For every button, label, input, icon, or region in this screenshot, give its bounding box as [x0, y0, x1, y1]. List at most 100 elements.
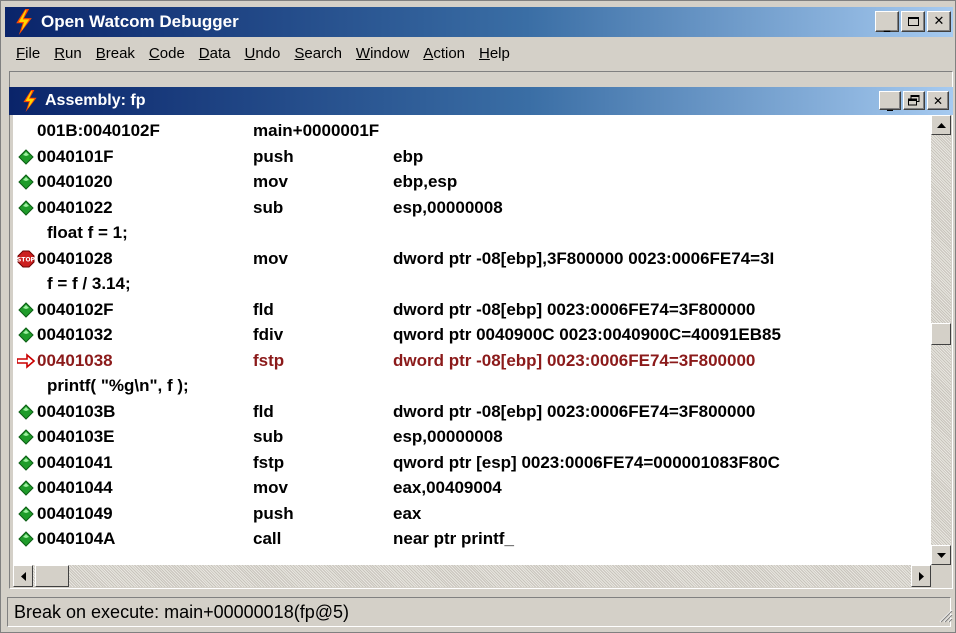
- assembly-line[interactable]: 00401049 push eax: [13, 502, 931, 526]
- menu-accelerator: A: [423, 44, 434, 62]
- assembly-line[interactable]: 00401038 fstp dword ptr -08[ebp] 0023:0006…: [13, 349, 931, 373]
- address: 00401028: [37, 248, 113, 268]
- operands: near ptr printf_: [393, 529, 514, 548]
- scroll-left-button[interactable]: [13, 565, 33, 587]
- menu-accelerator: W: [355, 44, 371, 62]
- resize-grip-icon[interactable]: [937, 607, 953, 623]
- menu-data[interactable]: Data: [192, 43, 238, 64]
- assembly-line[interactable]: STOP 00401028 mov dword ptr -08[ebp],3F8000…: [13, 247, 931, 271]
- breakpoint-slot-icon[interactable]: [17, 403, 35, 421]
- close-icon: ✕: [933, 14, 945, 29]
- menu-window[interactable]: Window: [349, 43, 416, 64]
- assembly-line[interactable]: 0040101F push ebp: [13, 145, 931, 169]
- status-bar: Break on execute: main+00000018(fp@5): [7, 597, 951, 627]
- breakpoint-slot-icon[interactable]: [17, 505, 35, 523]
- assembly-line[interactable]: 00401022 sub esp,00000008: [13, 196, 931, 220]
- child-restore-button[interactable]: [903, 91, 925, 110]
- horizontal-scrollbar[interactable]: [13, 565, 931, 587]
- minimize-icon: _: [883, 17, 891, 33]
- status-text: Break on execute: main+00000018(fp@5): [14, 602, 349, 622]
- menu-label: ode: [159, 44, 185, 62]
- assembly-line[interactable]: 00401041 fstp qword ptr [esp] 0023:0006FE7…: [13, 451, 931, 475]
- mnemonic: call: [253, 529, 282, 548]
- assembly-line[interactable]: 00401020 mov ebp,esp: [13, 170, 931, 194]
- menu-file[interactable]: File: [9, 43, 47, 64]
- source-line[interactable]: f = f / 3.14;: [13, 272, 931, 296]
- source-line[interactable]: printf( "%g\n", f );: [13, 374, 931, 398]
- assembly-window-controls: _ ✕: [879, 91, 949, 110]
- mnemonic: fstp: [253, 350, 285, 370]
- menu-run[interactable]: Run: [47, 43, 89, 64]
- menu-help[interactable]: Help: [472, 43, 517, 64]
- address: 00401022: [37, 197, 113, 217]
- menu-accelerator: D: [198, 44, 210, 62]
- menu-label: un: [65, 44, 82, 62]
- menu-undo[interactable]: Undo: [238, 43, 288, 64]
- breakpoint-slot-icon[interactable]: [17, 479, 35, 497]
- assembly-listing[interactable]: 001B:0040102F main+0000001F 0040101F push eb…: [13, 115, 931, 565]
- assembly-line[interactable]: 0040104A call near ptr printf_: [13, 527, 931, 551]
- address: 0040104A: [37, 529, 116, 548]
- mnemonic: mov: [253, 248, 288, 268]
- scroll-down-button[interactable]: [931, 545, 951, 565]
- app-title-bar[interactable]: Open Watcom Debugger _ ✕: [5, 7, 953, 37]
- mnemonic: push: [253, 503, 294, 523]
- operands: esp,00000008: [393, 427, 503, 446]
- menu-action[interactable]: Action: [416, 43, 472, 64]
- vertical-scroll-thumb[interactable]: [931, 323, 951, 345]
- menu-accelerator: F: [16, 44, 26, 62]
- close-button[interactable]: ✕: [927, 11, 951, 32]
- assembly-line[interactable]: 0040102F fld dword ptr -08[ebp] 0023:0006F…: [13, 298, 931, 322]
- svg-text:STOP: STOP: [17, 256, 35, 263]
- breakpoint-slot-icon[interactable]: [17, 326, 35, 344]
- assembly-line[interactable]: 00401032 fdiv qword ptr 0040900C 0023:0040…: [13, 323, 931, 347]
- location-header[interactable]: 001B:0040102F main+0000001F: [13, 119, 931, 143]
- child-minimize-button[interactable]: _: [879, 91, 901, 110]
- assembly-line[interactable]: 00401044 mov eax,00409004: [13, 476, 931, 500]
- operands: ebp: [393, 146, 424, 166]
- assembly-line[interactable]: 0040103B fld dword ptr -08[ebp] 0023:0006F…: [13, 400, 931, 424]
- source-text: float f = 1;: [47, 223, 128, 242]
- mnemonic: fld: [253, 299, 274, 319]
- restore-icon: [908, 95, 920, 106]
- menu-code[interactable]: Code: [142, 43, 192, 64]
- breakpoint-slot-icon[interactable]: [17, 301, 35, 319]
- address: 0040101F: [37, 146, 114, 166]
- assembly-window-title: Assembly: fp: [45, 92, 146, 109]
- assembly-line[interactable]: 0040103E sub esp,00000008: [13, 425, 931, 449]
- menu-search[interactable]: Search: [287, 43, 349, 64]
- menu-break[interactable]: Break: [89, 43, 142, 64]
- breakpoint-slot-icon[interactable]: [17, 530, 35, 548]
- address: 00401038: [37, 350, 113, 370]
- source-text: f = f / 3.14;: [47, 274, 131, 293]
- current-line-arrow-icon[interactable]: [17, 352, 35, 370]
- maximize-button[interactable]: [901, 11, 925, 32]
- address: 00401020: [37, 172, 113, 191]
- address: 00401044: [37, 478, 113, 497]
- operands: qword ptr 0040900C 0023:0040900C=40091EB…: [393, 325, 781, 344]
- breakpoint-slot-icon[interactable]: [17, 428, 35, 446]
- operands: dword ptr -08[ebp] 0023:0006FE74=3F80000…: [393, 401, 756, 421]
- source-line[interactable]: float f = 1;: [13, 221, 931, 245]
- vertical-scrollbar[interactable]: [931, 115, 951, 565]
- assembly-window-title-bar[interactable]: Assembly: fp _ ✕: [9, 87, 953, 115]
- breakpoint-stop-icon[interactable]: STOP: [17, 250, 35, 268]
- operands: dword ptr -08[ebp] 0023:0006FE74=3F80000…: [393, 350, 756, 370]
- menu-accelerator: B: [95, 44, 106, 62]
- breakpoint-slot-icon[interactable]: [17, 199, 35, 217]
- scroll-up-button[interactable]: [931, 115, 951, 135]
- menu-accelerator: C: [148, 44, 160, 62]
- breakpoint-slot-icon[interactable]: [17, 148, 35, 166]
- scroll-right-button[interactable]: [911, 565, 931, 587]
- minimize-button[interactable]: _: [875, 11, 899, 32]
- child-close-button[interactable]: ✕: [927, 91, 949, 110]
- operands: ebp,esp: [393, 172, 458, 191]
- breakpoint-slot-icon[interactable]: [17, 454, 35, 472]
- mnemonic: sub: [253, 427, 284, 446]
- menu-accelerator: H: [479, 44, 490, 62]
- menu-label: ndo: [255, 44, 281, 62]
- operands: eax: [393, 503, 422, 523]
- breakpoint-slot-icon[interactable]: [17, 173, 35, 191]
- horizontal-scroll-thumb[interactable]: [35, 565, 69, 587]
- operands: esp,00000008: [393, 197, 503, 217]
